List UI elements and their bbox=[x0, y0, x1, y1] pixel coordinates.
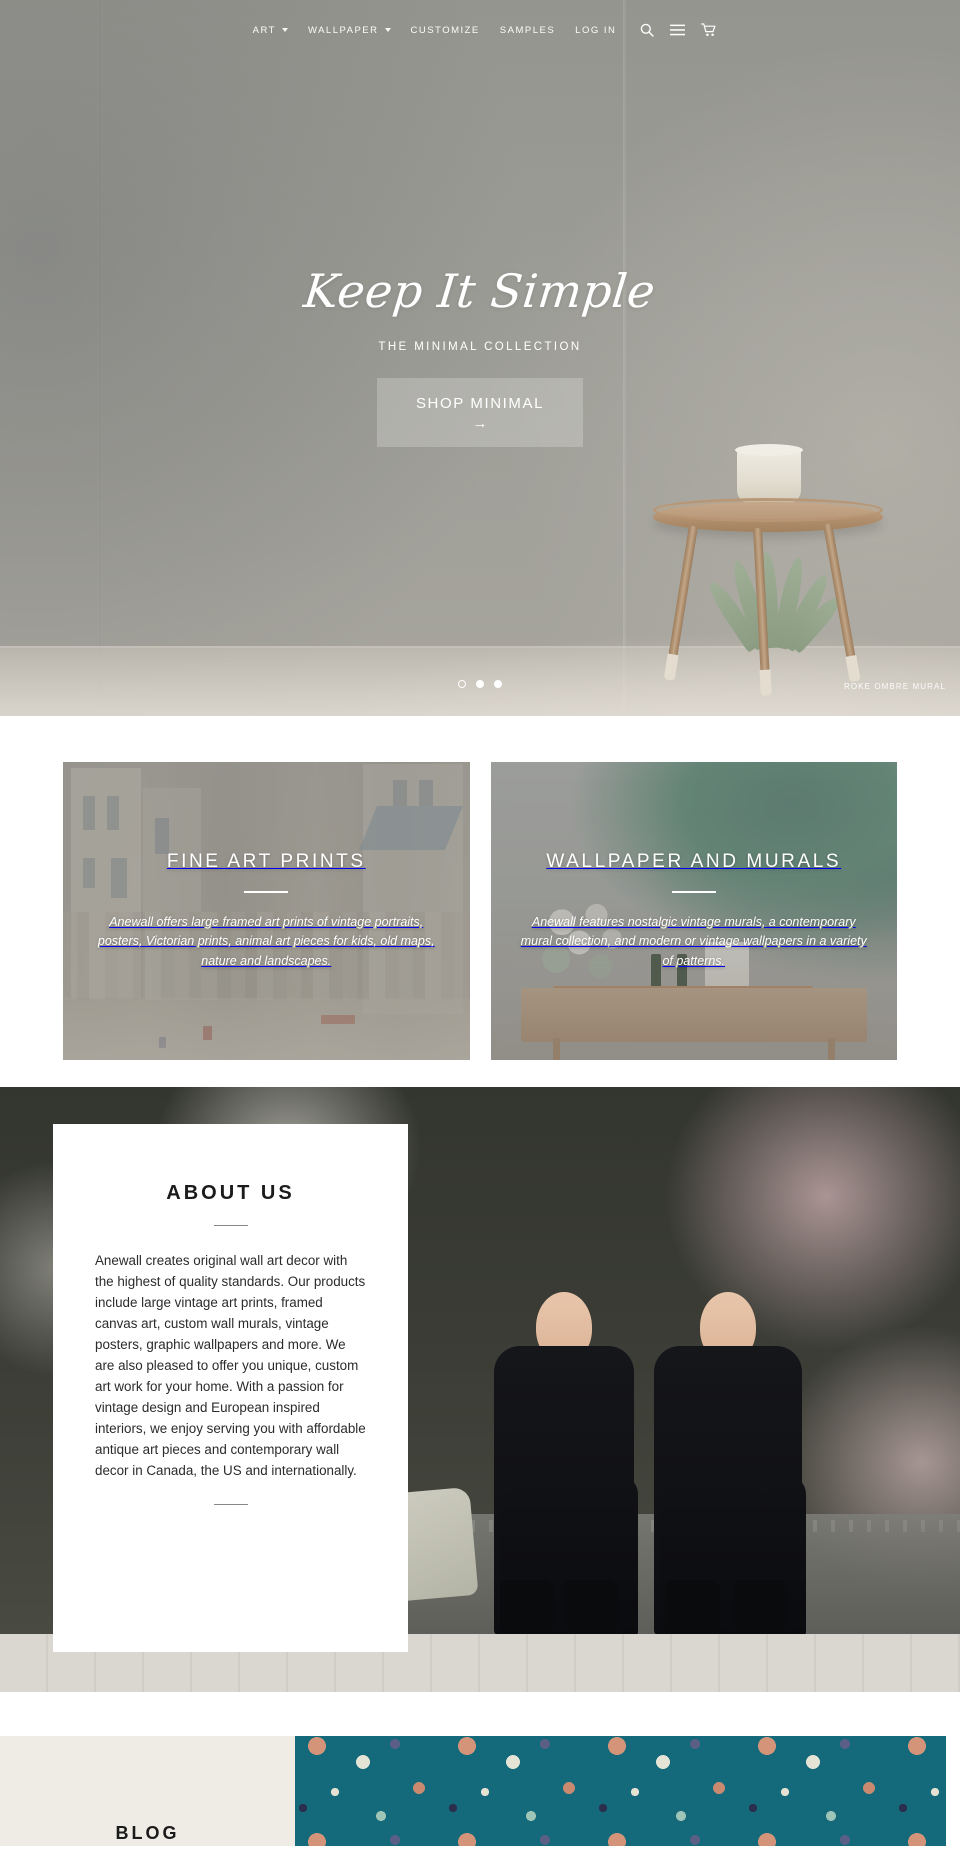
shop-minimal-button[interactable]: SHOP MINIMAL → bbox=[377, 378, 583, 447]
person-brunette bbox=[640, 1206, 816, 1638]
card-title: WALLPAPER AND MURALS bbox=[546, 850, 842, 872]
search-icon[interactable] bbox=[640, 23, 655, 37]
slide-caption: ROKE OMBRE MURAL bbox=[843, 682, 946, 691]
about-title: ABOUT US bbox=[166, 1182, 295, 1204]
card-fine-art-prints[interactable]: FINE ART PRINTS Anewall offers large fra… bbox=[63, 762, 470, 1060]
table-rim bbox=[653, 498, 883, 522]
card-divider bbox=[244, 890, 289, 893]
card-description: Anewall offers large framed art prints o… bbox=[97, 914, 435, 968]
nav-item-log-in[interactable]: LOG IN bbox=[565, 25, 626, 36]
nav-item-wallpaper-label: WALLPAPER bbox=[307, 24, 379, 36]
slider-dot-3[interactable] bbox=[494, 680, 502, 688]
boot bbox=[734, 1580, 788, 1638]
boot bbox=[666, 1580, 720, 1638]
about-divider-top bbox=[213, 1225, 248, 1226]
blog-panel: BLOG bbox=[0, 1736, 295, 1846]
card-divider bbox=[671, 890, 716, 893]
nav-item-art-label: ART bbox=[252, 24, 276, 36]
blog-featured-image[interactable] bbox=[295, 1736, 960, 1846]
nav-item-art[interactable]: ART bbox=[243, 25, 298, 36]
nav-item-samples[interactable]: SAMPLES bbox=[490, 25, 565, 36]
hero-slider[interactable]: ART WALLPAPER CUSTOMIZE SAMPLES LOG IN K… bbox=[0, 0, 960, 716]
blog-section: BLOG bbox=[0, 1736, 960, 1846]
chevron-down-icon bbox=[281, 28, 288, 32]
blog-image-edge bbox=[946, 1736, 960, 1846]
hero-subtitle: THE MINIMAL COLLECTION bbox=[378, 341, 582, 353]
hero-script-title: Keep It Simple bbox=[301, 264, 659, 318]
chevron-down-icon bbox=[384, 28, 391, 32]
nav-item-wallpaper[interactable]: WALLPAPER bbox=[298, 25, 401, 36]
boot bbox=[500, 1580, 554, 1638]
cart-icon[interactable] bbox=[701, 23, 717, 37]
menu-icon[interactable] bbox=[670, 24, 686, 36]
blog-title: BLOG bbox=[115, 1823, 180, 1843]
arrow-right-icon: → bbox=[472, 414, 488, 432]
plant-pot bbox=[735, 444, 803, 504]
feature-cards: FINE ART PRINTS Anewall offers large fra… bbox=[0, 716, 960, 1060]
boot bbox=[564, 1580, 618, 1638]
nav-item-customize[interactable]: CUSTOMIZE bbox=[401, 25, 490, 36]
card-wallpaper-and-murals[interactable]: WALLPAPER AND MURALS Anewall features no… bbox=[490, 762, 897, 1060]
about-text: Anewall creates original wall art decor … bbox=[95, 1253, 366, 1479]
slider-dot-1[interactable] bbox=[458, 680, 466, 688]
slider-dot-2[interactable] bbox=[476, 680, 484, 688]
about-card: ABOUT US Anewall creates original wall a… bbox=[53, 1124, 408, 1652]
hero-copy: Keep It Simple THE MINIMAL COLLECTION SH… bbox=[0, 264, 960, 447]
table-leg bbox=[664, 525, 698, 681]
about-section: ABOUT US Anewall creates original wall a… bbox=[0, 1087, 960, 1692]
main-navigation[interactable]: ART WALLPAPER CUSTOMIZE SAMPLES LOG IN bbox=[0, 0, 960, 60]
card-title: FINE ART PRINTS bbox=[166, 850, 366, 872]
shop-minimal-label: SHOP MINIMAL bbox=[415, 394, 545, 412]
card-description: Anewall features nostalgic vintage mural… bbox=[520, 914, 867, 968]
person-blonde bbox=[480, 1206, 648, 1638]
slider-dots[interactable] bbox=[0, 680, 960, 688]
about-divider-bottom bbox=[213, 1503, 248, 1505]
blog-pattern-image bbox=[295, 1736, 960, 1846]
